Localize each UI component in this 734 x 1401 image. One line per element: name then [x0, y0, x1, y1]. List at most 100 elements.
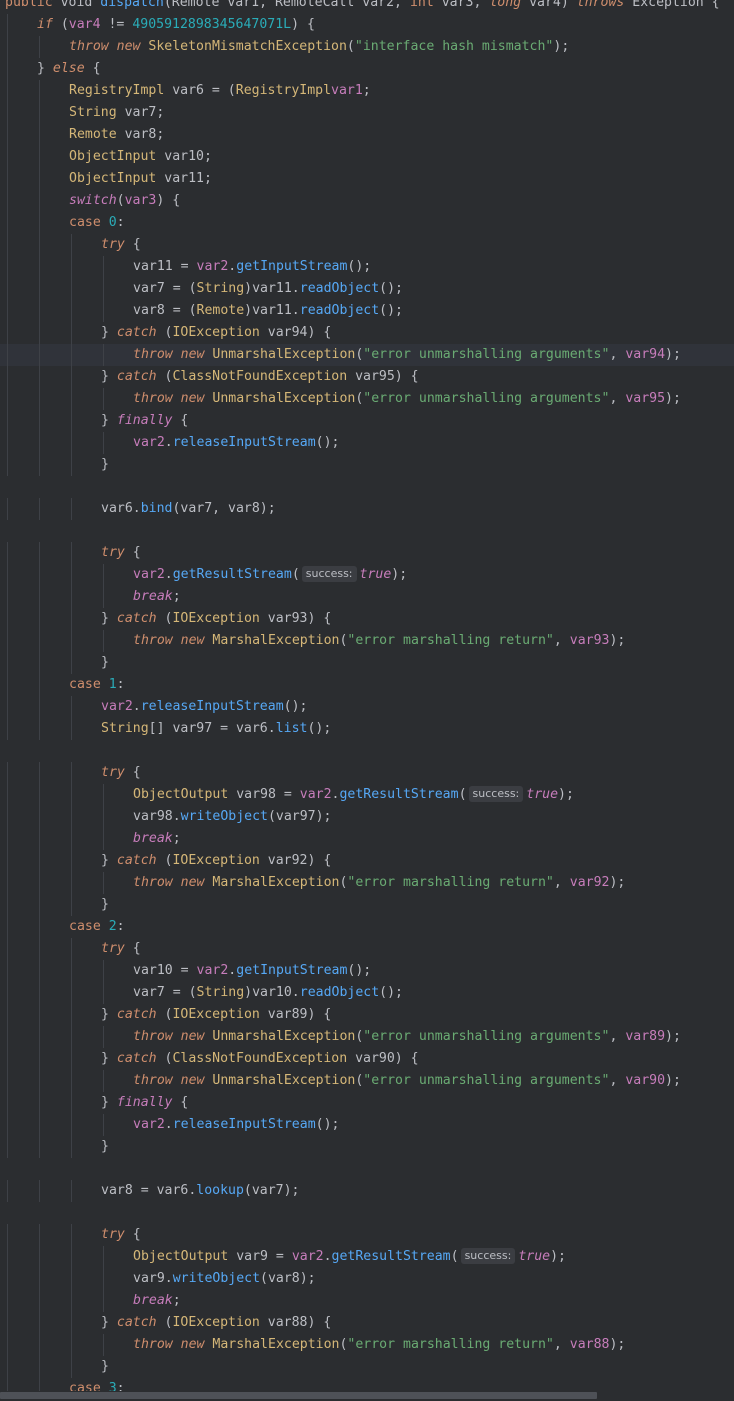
code-line[interactable]: var98.writeObject(var97); — [0, 806, 734, 828]
code-line[interactable]: if (var4 != 4905912898345647071L) { — [0, 14, 734, 36]
code-line[interactable] — [0, 740, 734, 762]
code-line[interactable]: case 0: — [0, 212, 734, 234]
code-token: IOException — [172, 1315, 260, 1330]
code-line[interactable]: } catch (IOException var94) { — [0, 322, 734, 344]
code-line[interactable] — [0, 476, 734, 498]
code-line[interactable]: var7 = (String)var11.readObject(); — [0, 278, 734, 300]
code-line[interactable]: var9.writeObject(var8); — [0, 1268, 734, 1290]
code-line[interactable]: } — [0, 1356, 734, 1378]
code-line[interactable]: RegistryImpl var6 = (RegistryImplvar1; — [0, 80, 734, 102]
code-line[interactable]: } — [0, 894, 734, 916]
code-token: UnmarshalException — [212, 347, 356, 362]
code-token: var92 — [569, 875, 610, 890]
code-line[interactable]: } — [0, 454, 734, 476]
code-line[interactable]: ObjectInput var10; — [0, 146, 734, 168]
indent-guide — [39, 1246, 40, 1268]
code-line[interactable]: var6.bind(var7, var8); — [0, 498, 734, 520]
code-line[interactable]: var7 = (String)var10.readObject(); — [0, 982, 734, 1004]
code-text: public void dispatch(Remote var1, Remote… — [5, 0, 720, 14]
code-token: switch — [69, 193, 117, 208]
code-token: var11; — [156, 171, 212, 186]
code-line[interactable]: throw new UnmarshalException("error unma… — [0, 1070, 734, 1092]
code-line[interactable]: throw new MarshalException("error marsha… — [0, 630, 734, 652]
code-token: "interface hash mismatch" — [354, 39, 554, 54]
code-line[interactable]: } catch (IOException var89) { — [0, 1004, 734, 1026]
code-line[interactable]: } finally { — [0, 1092, 734, 1114]
code-token: var11 = — [133, 259, 197, 274]
code-line[interactable]: } — [0, 1136, 734, 1158]
code-line[interactable]: String var7; — [0, 102, 734, 124]
code-line[interactable]: var11 = var2.getInputStream(); — [0, 256, 734, 278]
code-line[interactable]: throw new SkeletonMismatchException("int… — [0, 36, 734, 58]
horizontal-scrollbar[interactable] — [0, 1391, 734, 1401]
code-line[interactable]: } catch (IOException var88) { — [0, 1312, 734, 1334]
indent-guide — [103, 982, 104, 1004]
horizontal-scrollbar-thumb[interactable] — [0, 1392, 597, 1399]
code-line[interactable]: try { — [0, 542, 734, 564]
code-line[interactable]: var2.releaseInputStream(); — [0, 1114, 734, 1136]
code-line[interactable]: try { — [0, 1224, 734, 1246]
code-line[interactable] — [0, 520, 734, 542]
code-token: try — [101, 941, 125, 956]
code-line[interactable]: public void dispatch(Remote var1, Remote… — [0, 0, 734, 14]
code-line[interactable]: } catch (ClassNotFoundException var95) { — [0, 366, 734, 388]
code-line[interactable]: ObjectInput var11; — [0, 168, 734, 190]
code-line[interactable]: switch(var3) { — [0, 190, 734, 212]
code-line[interactable]: throw new UnmarshalException("error unma… — [0, 344, 734, 366]
code-line[interactable]: ObjectOutput var9 = var2.getResultStream… — [0, 1246, 734, 1268]
code-editor[interactable]: public void dispatch(Remote var1, Remote… — [0, 0, 734, 1401]
code-line[interactable]: throw new UnmarshalException("error unma… — [0, 388, 734, 410]
code-text: RegistryImpl var6 = (RegistryImplvar1; — [69, 80, 371, 102]
code-line[interactable]: ObjectOutput var98 = var2.getResultStrea… — [0, 784, 734, 806]
code-line[interactable]: try { — [0, 762, 734, 784]
code-token: var7 = ( — [133, 281, 197, 296]
code-line[interactable]: break; — [0, 1290, 734, 1312]
code-line[interactable]: } finally { — [0, 410, 734, 432]
code-token: IOException — [172, 1007, 260, 1022]
code-token: throw new — [133, 875, 205, 890]
indent-guide — [7, 1356, 8, 1378]
code-token: catch — [116, 1051, 157, 1066]
code-token: { — [124, 765, 141, 780]
code-line[interactable] — [0, 1158, 734, 1180]
code-token: ; — [172, 831, 181, 846]
code-token: try — [101, 237, 125, 252]
code-token: true — [359, 567, 392, 582]
code-line[interactable]: var2.releaseInputStream(); — [0, 432, 734, 454]
code-line[interactable]: case 1: — [0, 674, 734, 696]
code-line[interactable]: break; — [0, 586, 734, 608]
indent-guide — [71, 696, 72, 718]
code-line[interactable]: throw new MarshalException("error marsha… — [0, 1334, 734, 1356]
code-line[interactable]: Remote var8; — [0, 124, 734, 146]
code-token: } — [37, 61, 53, 76]
code-token: var90 — [625, 1073, 666, 1088]
code-line[interactable]: break; — [0, 828, 734, 850]
code-token: } — [101, 853, 117, 868]
code-line[interactable]: } else { — [0, 58, 734, 80]
code-line[interactable]: } catch (IOException var93) { — [0, 608, 734, 630]
code-line[interactable]: } catch (ClassNotFoundException var90) { — [0, 1048, 734, 1070]
code-line[interactable]: var8 = (Remote)var11.readObject(); — [0, 300, 734, 322]
indent-guide — [103, 1026, 104, 1048]
code-line[interactable] — [0, 1202, 734, 1224]
code-line[interactable]: var10 = var2.getInputStream(); — [0, 960, 734, 982]
indent-guide — [71, 630, 72, 652]
code-line[interactable]: var2.getResultStream(success: true); — [0, 564, 734, 586]
indent-guide — [39, 366, 40, 388]
code-line[interactable]: String[] var97 = var6.list(); — [0, 718, 734, 740]
code-line[interactable]: case 2: — [0, 916, 734, 938]
code-line[interactable]: } catch (IOException var92) { — [0, 850, 734, 872]
code-token: finally — [116, 413, 173, 428]
code-line[interactable]: var2.releaseInputStream(); — [0, 696, 734, 718]
code-text: } — [101, 454, 109, 476]
code-line[interactable]: } — [0, 652, 734, 674]
code-line[interactable]: throw new UnmarshalException("error unma… — [0, 1026, 734, 1048]
code-line[interactable]: var8 = var6.lookup(var7); — [0, 1180, 734, 1202]
indent-guide — [39, 1048, 40, 1070]
code-line[interactable]: try { — [0, 938, 734, 960]
code-token: var93) { — [259, 611, 332, 626]
code-line[interactable]: throw new MarshalException("error marsha… — [0, 872, 734, 894]
code-line[interactable]: try { — [0, 234, 734, 256]
code-token: throw new — [133, 347, 205, 362]
code-token: : — [116, 677, 125, 692]
